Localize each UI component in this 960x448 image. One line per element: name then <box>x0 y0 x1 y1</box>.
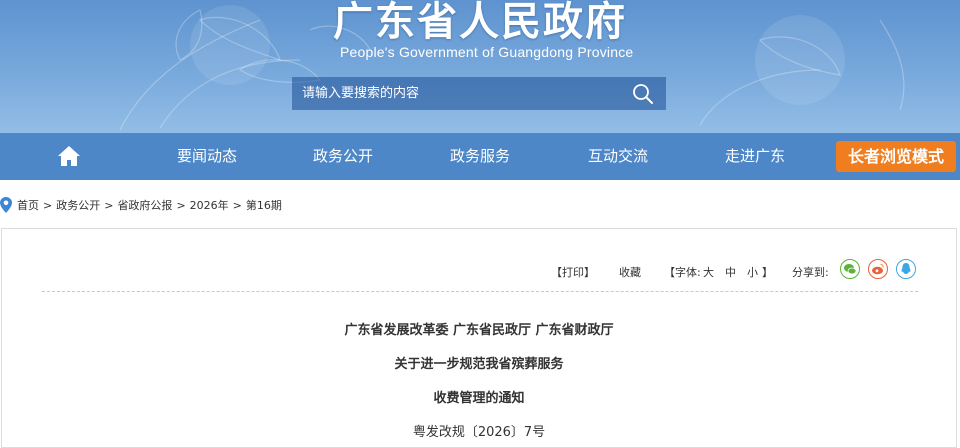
weibo-icon[interactable] <box>868 259 888 279</box>
site-title: 广东省人民政府 <box>333 0 627 45</box>
article-panel: 【打印】 收藏 【字体: 大 中 小 】 分享到: 广东省发展改革委 广东省民政… <box>1 228 957 448</box>
document-issuers: 广东省发展改革委 广东省民政厅 广东省财政厅 <box>344 323 614 338</box>
elder-mode-button[interactable]: 长者浏览模式 <box>836 141 956 172</box>
toolbar-divider <box>42 291 918 292</box>
home-icon[interactable] <box>57 145 81 167</box>
location-pin-icon <box>0 197 12 213</box>
nav-item-interaction[interactable]: 互动交流 <box>563 133 673 180</box>
document-number: 粤发改规〔2026〕7号 <box>412 425 546 440</box>
qq-icon[interactable] <box>896 259 916 279</box>
breadcrumb-issue[interactable]: 第16期 <box>246 197 282 213</box>
breadcrumb-separator: > <box>176 198 186 212</box>
breadcrumb: 首页 > 政务公开 > 省政府公报 > 2026年 > 第16期 <box>0 196 282 214</box>
breadcrumb-separator: > <box>104 198 114 212</box>
breadcrumb-separator: > <box>232 198 242 212</box>
nav-item-about-guangdong[interactable]: 走进广东 <box>700 133 810 180</box>
font-medium-button[interactable]: 中 <box>725 263 736 283</box>
nav-item-news[interactable]: 要闻动态 <box>152 133 262 180</box>
breadcrumb-home[interactable]: 首页 <box>17 197 39 213</box>
share-label: 分享到: <box>792 266 829 279</box>
font-size-prefix: 【字体: <box>664 266 701 279</box>
breadcrumb-year[interactable]: 2026年 <box>190 197 229 213</box>
nav-item-services[interactable]: 政务服务 <box>425 133 535 180</box>
site-subtitle: People's Government of Guangdong Provinc… <box>340 44 634 60</box>
nav-item-gov-affairs[interactable]: 政务公开 <box>288 133 398 180</box>
document-title-line-2: 收费管理的通知 <box>433 391 525 406</box>
breadcrumb-gov-affairs[interactable]: 政务公开 <box>56 197 100 213</box>
font-small-button[interactable]: 小 <box>747 263 758 283</box>
favorite-button[interactable]: 收藏 <box>619 263 641 283</box>
document-title-line-1: 关于进一步规范我省殡葬服务 <box>394 357 564 372</box>
main-nav: 要闻动态 政务公开 政务服务 互动交流 走进广东 长者浏览模式 <box>0 133 960 180</box>
breadcrumb-separator: > <box>43 198 53 212</box>
font-size-suffix: 】 <box>762 266 773 279</box>
font-large-button[interactable]: 大 <box>703 263 714 283</box>
search-icon[interactable] <box>632 83 654 105</box>
print-button[interactable]: 【打印】 <box>551 263 595 283</box>
header-banner: 广东省人民政府 People's Government of Guangdong… <box>0 0 960 133</box>
wechat-icon[interactable] <box>840 259 860 279</box>
search-box <box>292 77 666 110</box>
breadcrumb-gazette[interactable]: 省政府公报 <box>117 197 172 213</box>
search-input[interactable] <box>292 77 612 110</box>
